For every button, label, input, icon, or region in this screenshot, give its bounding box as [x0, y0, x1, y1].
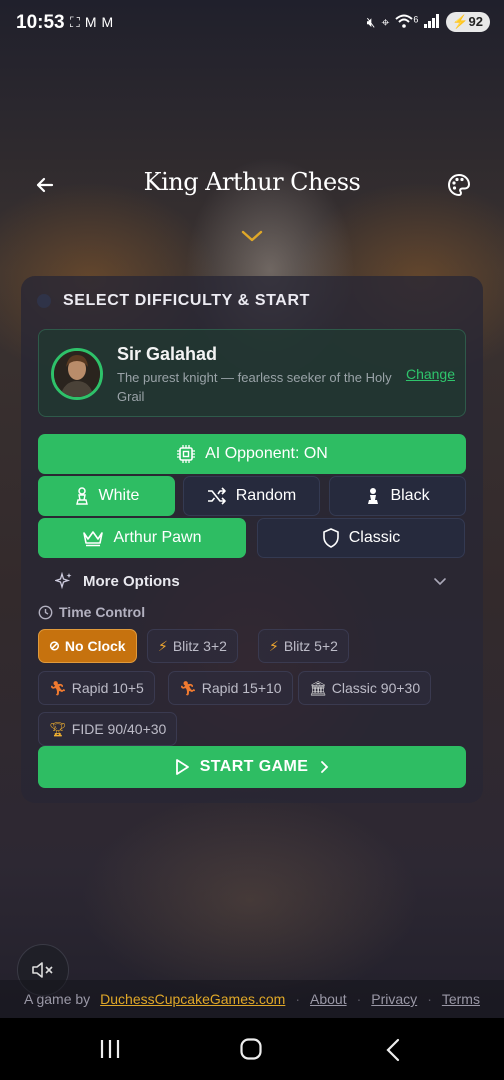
time-no-clock-chip[interactable]: ⊘ No Clock [38, 629, 137, 663]
pawn-outline-icon [75, 487, 88, 505]
time-control-label-row: Time Control [38, 604, 145, 620]
system-nav-bar [0, 1018, 504, 1080]
chip-cpu-icon [177, 445, 196, 463]
start-game-button[interactable]: START GAME [38, 746, 466, 788]
clock-icon [38, 605, 53, 619]
pawn-filled-icon [368, 488, 379, 504]
signal-label: 6 [413, 13, 419, 24]
status-time: 10:53 [16, 12, 65, 33]
cell-signal-icon [424, 13, 440, 31]
footer-brand-link[interactable]: DuchessCupcakeGames.com [100, 991, 285, 1007]
chevron-down-icon [434, 578, 446, 586]
expand-button[interactable] [238, 225, 266, 247]
app-header: King Arthur Chess [0, 160, 504, 210]
variant-arthur-pawn-label: Arthur Pawn [113, 529, 202, 546]
home-icon [240, 1038, 262, 1060]
color-white-label: White [98, 487, 140, 504]
time-option-label: Blitz 3+2 [172, 638, 227, 654]
shuffle-icon [207, 487, 226, 505]
color-black-button[interactable]: Black [329, 476, 466, 516]
opponent-avatar [51, 348, 103, 400]
gmail-icon: M [101, 14, 119, 30]
time-option-label: Blitz 5+2 [283, 638, 338, 654]
gmail-icon: M [84, 14, 102, 30]
change-opponent-link[interactable]: Change [406, 366, 455, 382]
time-blitz-5-2-chip[interactable]: ⚡︎ Blitz 5+2 [258, 629, 349, 663]
section-dot-icon [37, 294, 51, 308]
recents-icon [100, 1040, 120, 1058]
time-blitz-3-2-chip[interactable]: ⚡︎ Blitz 3+2 [147, 629, 238, 663]
status-right: 🔇︎ ⌖ 6 ⚡92 [367, 12, 490, 32]
battery-indicator: ⚡92 [446, 12, 490, 32]
time-option-label: No Clock [64, 638, 126, 654]
classical-building-icon: 🏛︎ [309, 679, 327, 696]
time-rapid-15-10-chip[interactable]: 🏃︎ Rapid 15+10 [168, 671, 293, 705]
more-options-chevron[interactable] [432, 574, 448, 592]
palette-icon [448, 173, 471, 197]
no-clock-icon: ⊘ [49, 638, 60, 653]
notification-icons: ⛶MM [70, 14, 118, 31]
mute-status-icon: 🔇︎ [366, 13, 376, 30]
more-options-toggle[interactable]: More Options [55, 572, 180, 590]
color-random-button[interactable]: Random [183, 476, 320, 516]
footer-prefix: A game by [24, 991, 91, 1007]
system-back-button[interactable] [384, 1038, 402, 1067]
section-header: SELECT DIFFICULTY & START [37, 292, 310, 310]
recents-button[interactable] [98, 1038, 122, 1065]
footer-terms-link[interactable]: Terms [442, 991, 480, 1007]
time-fide-chip[interactable]: 🏆︎ FIDE 90/40+30 [38, 712, 178, 746]
back-chevron-icon [386, 1038, 400, 1062]
time-classic-90-30-chip[interactable]: 🏛︎ Classic 90+30 [298, 671, 432, 705]
chevron-right-icon [321, 761, 329, 773]
speaker-muted-icon [32, 962, 53, 978]
screenshot-icon: ⛶ [70, 14, 85, 30]
opponent-description: The purest knight — fearless seeker of t… [117, 370, 392, 404]
time-option-label: FIDE 90/40+30 [71, 721, 167, 737]
crown-icon [83, 531, 104, 547]
location-icon: ⌖ [381, 13, 390, 30]
color-white-button[interactable]: White [38, 476, 175, 516]
variant-arthur-pawn-button[interactable]: Arthur Pawn [38, 518, 246, 558]
ai-opponent-label: AI Opponent: ON [205, 445, 328, 462]
time-rapid-10-5-chip[interactable]: 🏃︎ Rapid 10+5 [38, 671, 155, 705]
chevron-down-icon [241, 230, 263, 242]
color-random-label: Random [235, 487, 297, 504]
app-title: King Arthur Chess [143, 168, 361, 196]
runner-icon: 🏃︎ [179, 679, 197, 696]
color-black-label: Black [390, 487, 430, 504]
shield-icon [322, 528, 339, 548]
start-game-label: START GAME [199, 758, 309, 775]
time-option-label: Classic 90+30 [331, 680, 421, 696]
wifi-icon: 6 [395, 14, 418, 31]
sparkles-icon [55, 572, 72, 590]
variant-classic-button[interactable]: Classic [257, 518, 465, 558]
opponent-name: Sir Galahad [117, 344, 218, 364]
variant-classic-label: Classic [348, 529, 401, 546]
footer: A game by DuchessCupcakeGames.com · Abou… [0, 980, 504, 1018]
trophy-icon: 🏆︎ [49, 720, 67, 737]
footer-privacy-link[interactable]: Privacy [371, 991, 417, 1007]
play-icon [175, 759, 189, 775]
difficulty-panel: SELECT DIFFICULTY & START Sir Galahad Th… [21, 276, 483, 803]
battery-level: 92 [468, 14, 483, 29]
lightning-icon: ⚡︎ [269, 637, 279, 654]
time-control-label: Time Control [59, 604, 146, 620]
runner-icon: 🏃︎ [49, 679, 67, 696]
time-option-label: Rapid 15+10 [201, 680, 282, 696]
time-option-label: Rapid 10+5 [71, 680, 144, 696]
status-bar: 10:53 ⛶MM 🔇︎ ⌖ 6 ⚡92 [0, 0, 504, 48]
theme-button[interactable] [444, 170, 474, 200]
more-options-label: More Options [83, 572, 180, 590]
lightning-icon: ⚡︎ [158, 637, 168, 654]
footer-separator: · [295, 991, 301, 1007]
footer-separator: · [427, 991, 432, 1007]
section-title: SELECT DIFFICULTY & START [63, 292, 310, 309]
ai-opponent-toggle[interactable]: AI Opponent: ON [38, 434, 466, 474]
footer-about-link[interactable]: About [310, 991, 347, 1007]
home-button[interactable] [239, 1037, 263, 1066]
opponent-card: Sir Galahad The purest knight — fearless… [38, 329, 466, 417]
footer-separator: · [356, 991, 362, 1007]
